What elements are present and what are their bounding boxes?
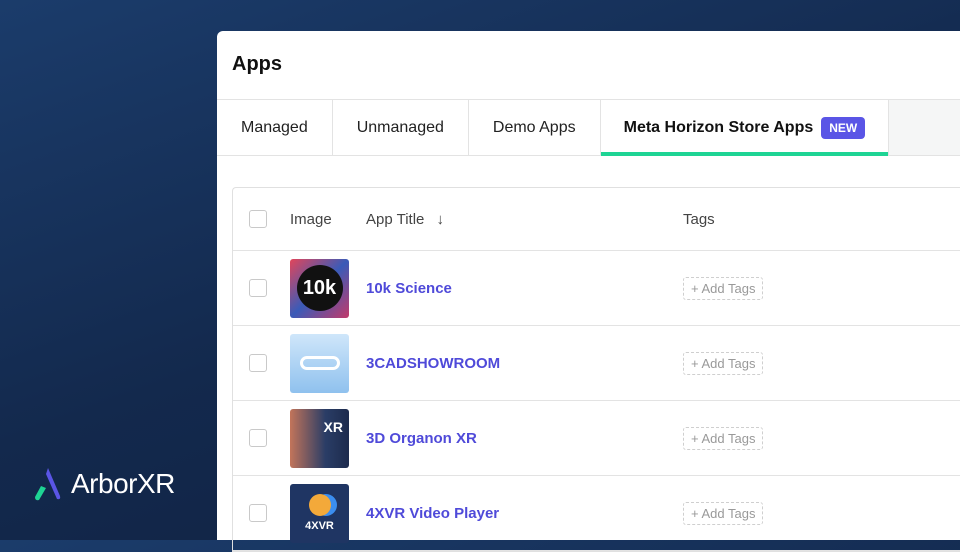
row-checkbox[interactable] — [249, 279, 267, 297]
app-title-link[interactable]: 4XVR Video Player — [366, 505, 499, 522]
row-checkbox[interactable] — [249, 354, 267, 372]
row-checkbox[interactable] — [249, 504, 267, 522]
table-header: Image App Title ↓ Tags — [233, 188, 960, 251]
thumbnail-text: 10k — [296, 265, 343, 311]
add-tags-button[interactable]: + Add Tags — [683, 426, 764, 450]
column-app-title[interactable]: App Title ↓ — [366, 211, 444, 228]
table-row: 3CADSHOWROOM + Add Tags — [233, 326, 960, 401]
column-label: App Title — [366, 210, 425, 228]
app-title-link[interactable]: 3CADSHOWROOM — [366, 355, 500, 372]
tab-unmanaged[interactable]: Unmanaged — [332, 100, 469, 155]
app-thumbnail: 10k — [290, 258, 349, 318]
add-tags-button[interactable]: + Add Tags — [683, 501, 764, 525]
table-row: 10k 10k Science + Add Tags — [233, 251, 960, 326]
select-all-checkbox[interactable] — [249, 210, 267, 228]
app-title-link[interactable]: 3D Organon XR — [366, 430, 477, 447]
arborxr-logo-icon — [35, 468, 61, 501]
thumbnail-text: 4XVR — [305, 520, 334, 532]
column-image: Image — [290, 210, 332, 228]
tab-meta-horizon-store-apps[interactable]: Meta Horizon Store Apps NEW — [600, 100, 890, 156]
tab-managed[interactable]: Managed — [217, 100, 333, 155]
row-checkbox[interactable] — [249, 429, 267, 447]
table-row: XR 3D Organon XR + Add Tags — [233, 401, 960, 476]
new-badge: NEW — [821, 116, 866, 139]
app-thumbnail — [290, 333, 349, 393]
arborxr-logo: ArborXR — [33, 466, 175, 502]
thumbnail-text: XR — [323, 418, 343, 435]
apps-panel: Apps Managed Unmanaged Demo Apps Meta Ho… — [217, 31, 960, 552]
add-tags-button[interactable]: + Add Tags — [683, 276, 764, 300]
page-title: Apps — [217, 31, 960, 100]
add-tags-button[interactable]: + Add Tags — [683, 351, 764, 375]
tab-demo-apps[interactable]: Demo Apps — [468, 100, 601, 155]
app-thumbnail: 4XVR — [290, 483, 349, 543]
app-thumbnail: XR — [290, 408, 349, 468]
tab-bar: Managed Unmanaged Demo Apps Meta Horizon… — [217, 100, 960, 156]
tab-label: Meta Horizon Store Apps — [623, 118, 814, 136]
brand-name: ArborXR — [71, 468, 175, 499]
apps-table: Image App Title ↓ Tags 10k 10k Science +… — [232, 187, 960, 552]
app-title-link[interactable]: 10k Science — [366, 280, 452, 297]
sort-arrow-down-icon[interactable]: ↓ — [437, 211, 445, 228]
column-tags: Tags — [683, 210, 715, 228]
